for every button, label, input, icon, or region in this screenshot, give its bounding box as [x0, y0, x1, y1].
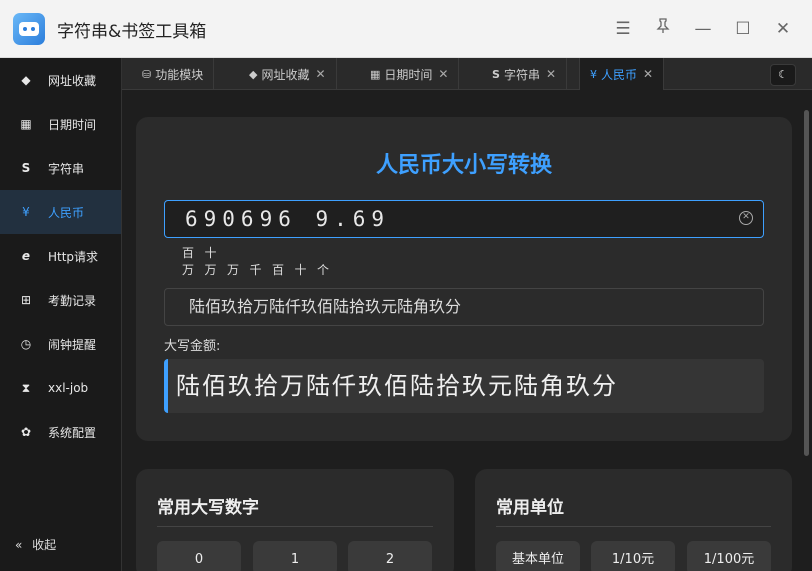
sidebar-item-label: Http请求 — [48, 249, 99, 264]
unit-hint: 十 — [294, 263, 307, 277]
digits-card-title: 常用大写数字 — [157, 498, 259, 518]
double-chevron-left-icon: « — [15, 538, 23, 552]
calendar-icon: ▦ — [370, 67, 381, 81]
title-bar: 字符串&书签工具箱 ☰ — ☐ ✕ — [0, 0, 812, 58]
divider — [496, 526, 771, 527]
yuan-icon: ¥ — [22, 205, 30, 219]
tag-icon: ◆ — [21, 73, 31, 87]
sidebar-item-label: 字符串 — [48, 161, 85, 176]
tab-close-icon[interactable]: ✕ — [643, 67, 653, 81]
ie-icon: e — [21, 249, 31, 263]
grid-icon: ⊞ — [20, 293, 32, 307]
tab-label: 字符串 — [503, 67, 540, 82]
gear-icon: ✿ — [20, 425, 32, 439]
tab-close-icon[interactable]: ✕ — [438, 67, 448, 81]
common-digits-card: 常用大写数字 0 1 2 — [136, 469, 454, 571]
string-s-icon: S — [21, 161, 31, 175]
tab-label: 网址收藏 — [261, 67, 310, 82]
scrollbar[interactable] — [804, 110, 809, 456]
sidebar-item-attendance[interactable]: ⊞ 考勤记录 — [0, 278, 121, 322]
rmb-converter-card: 人民币大小写转换 ✕ 百十 万万万千百十个 陆佰玖拾万陆仟玖佰陆拾玖元陆角玖分 … — [136, 117, 792, 441]
unit-hint: 万 — [204, 263, 217, 277]
unit-chip[interactable]: 1/10元 — [591, 541, 675, 571]
tab-bar: ⛁ 功能模块 ◆ 网址收藏 ✕ ▦ 日期时间 ✕ S 字符串 ✕ ¥ 人民币 ✕… — [122, 58, 812, 90]
tab-label: 功能模块 — [155, 67, 204, 82]
sidebar-item-datetime[interactable]: ▦ 日期时间 — [0, 102, 121, 146]
sidebar-item-label: 人民币 — [48, 205, 85, 220]
amount-input[interactable] — [165, 201, 725, 237]
sidebar-item-label: 闹钟提醒 — [48, 337, 97, 352]
tag-icon: ◆ — [249, 67, 258, 81]
sidebar-item-string[interactable]: S 字符串 — [0, 146, 121, 190]
clear-icon[interactable]: ✕ — [739, 211, 753, 225]
uppercase-preview[interactable]: 陆佰玖拾万陆仟玖佰陆拾玖元陆角玖分 — [164, 288, 764, 326]
unit-hint: 万 — [227, 263, 240, 277]
digit-chip[interactable]: 1 — [253, 541, 337, 571]
sidebar-item-settings[interactable]: ✿ 系统配置 — [0, 410, 121, 454]
yuan-icon: ¥ — [590, 67, 597, 81]
unit-hint-row-1: 百十 — [182, 244, 227, 261]
unit-hint: 百 — [182, 246, 195, 260]
collapse-button[interactable]: « 收起 — [15, 536, 56, 553]
uppercase-result[interactable]: 陆佰玖拾万陆仟玖佰陆拾玖元陆角玖分 — [164, 359, 764, 413]
cubes-icon: ⛁ — [142, 67, 152, 81]
tab-label: 人民币 — [601, 67, 638, 82]
tab-modules[interactable]: ⛁ 功能模块 — [132, 58, 215, 90]
calendar-icon: ▦ — [20, 117, 32, 131]
minimize-icon[interactable]: — — [691, 17, 715, 41]
hourglass-icon: ⧗ — [21, 380, 31, 395]
unit-chip[interactable]: 1/100元 — [687, 541, 771, 571]
unit-hint: 万 — [182, 263, 195, 277]
string-s-icon: S — [492, 67, 500, 81]
unit-hint: 个 — [317, 263, 330, 277]
unit-hint-row-2: 万万万千百十个 — [182, 261, 340, 278]
converter-title: 人民币大小写转换 — [375, 153, 552, 178]
sidebar-item-bookmarks[interactable]: ◆ 网址收藏 — [0, 58, 121, 102]
units-card-title: 常用单位 — [496, 498, 564, 518]
tab-string[interactable]: S 字符串 ✕ — [482, 58, 568, 90]
theme-toggle-button[interactable]: ☾ — [770, 64, 796, 86]
close-icon[interactable]: ✕ — [771, 17, 795, 41]
divider — [157, 526, 433, 527]
unit-hint: 千 — [249, 263, 262, 277]
tab-label: 日期时间 — [384, 67, 433, 82]
sidebar: ◆ 网址收藏 ▦ 日期时间 S 字符串 ¥ 人民币 e Http请求 ⊞ 考勤记… — [0, 58, 122, 571]
app-logo-icon — [13, 13, 45, 45]
result-label: 大写金额: — [164, 339, 221, 354]
clock-icon: ◷ — [20, 337, 32, 351]
sidebar-item-http[interactable]: e Http请求 — [0, 234, 121, 278]
tab-datetime[interactable]: ▦ 日期时间 ✕ — [360, 58, 460, 90]
common-units-card: 常用单位 基本单位 1/10元 1/100元 — [475, 469, 792, 571]
sidebar-item-xxl-job[interactable]: ⧗ xxl-job — [0, 366, 121, 410]
sidebar-item-label: xxl-job — [48, 381, 89, 395]
moon-icon: ☾ — [778, 68, 788, 81]
digit-chip[interactable]: 0 — [157, 541, 241, 571]
tab-close-icon[interactable]: ✕ — [315, 67, 325, 81]
unit-hint: 百 — [272, 263, 285, 277]
window-title: 字符串&书签工具箱 — [57, 22, 207, 42]
tab-bookmarks[interactable]: ◆ 网址收藏 ✕ — [239, 58, 337, 90]
sidebar-item-rmb[interactable]: ¥ 人民币 — [0, 190, 121, 234]
menu-icon[interactable]: ☰ — [611, 17, 635, 41]
amount-input-wrapper: ✕ — [164, 200, 764, 238]
sidebar-item-label: 网址收藏 — [48, 73, 97, 88]
maximize-icon[interactable]: ☐ — [731, 17, 755, 41]
pin-icon[interactable] — [651, 17, 675, 41]
sidebar-item-alarm[interactable]: ◷ 闹钟提醒 — [0, 322, 121, 366]
unit-chip[interactable]: 基本单位 — [496, 541, 580, 571]
unit-hint: 十 — [204, 246, 217, 260]
tab-rmb[interactable]: ¥ 人民币 ✕ — [579, 58, 665, 90]
sidebar-item-label: 考勤记录 — [48, 293, 97, 308]
sidebar-item-label: 系统配置 — [48, 425, 97, 440]
digit-chip[interactable]: 2 — [348, 541, 432, 571]
tab-close-icon[interactable]: ✕ — [546, 67, 556, 81]
sidebar-item-label: 日期时间 — [48, 117, 97, 132]
collapse-label: 收起 — [32, 538, 57, 552]
